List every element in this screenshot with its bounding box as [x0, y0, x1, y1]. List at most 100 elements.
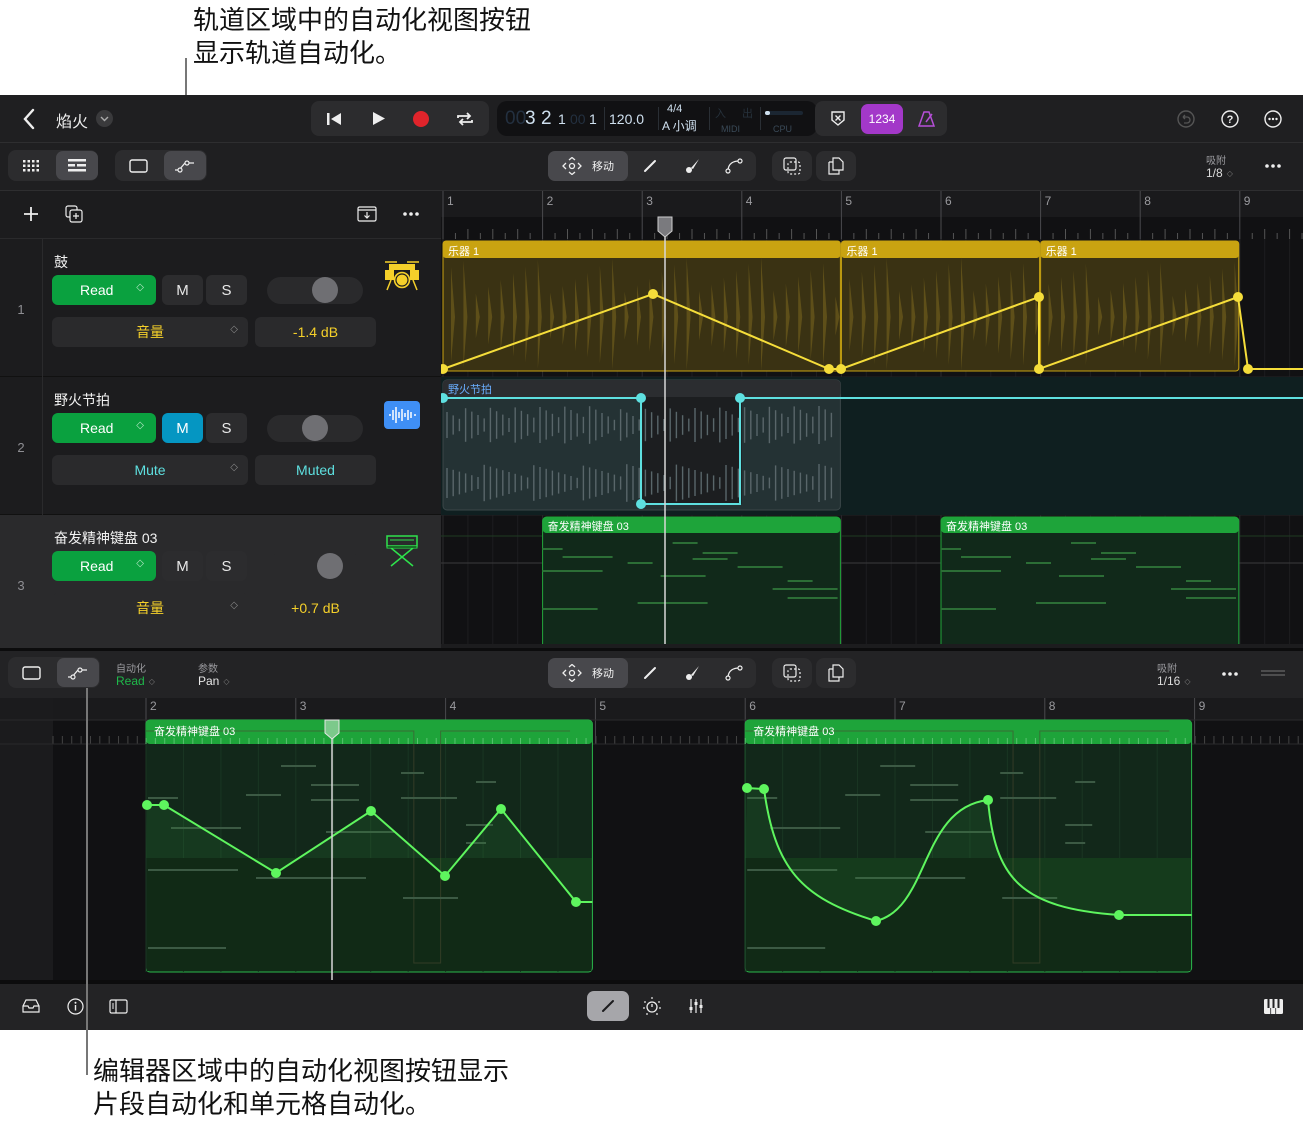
tracks-more-button[interactable] [1263, 157, 1283, 175]
record-button[interactable] [408, 105, 434, 132]
library-button[interactable] [20, 996, 42, 1016]
automation-mode-button[interactable]: Read ◇ [52, 413, 156, 443]
automation-mode-button[interactable]: Read ◇ [52, 551, 156, 581]
go-to-beginning-icon [327, 112, 341, 125]
ruler-ticks-background [441, 217, 1303, 239]
audio-waveform-icon [383, 397, 421, 433]
solo-button[interactable]: S [206, 413, 247, 443]
header-bar: 焰火 00 3 2 1 00 1 120.0 4/4 A 小调 入 出 MIDI… [0, 95, 1303, 143]
parameter-label: 音量 [136, 324, 164, 340]
track-name[interactable]: 鼓 [54, 252, 68, 272]
slider-knob[interactable] [317, 553, 343, 579]
mute-button[interactable]: M [162, 275, 203, 305]
metronome-button[interactable] [911, 105, 941, 132]
help-icon: ? [1221, 110, 1239, 128]
editor-automation-view-button[interactable] [57, 658, 99, 687]
volume-slider[interactable] [267, 415, 363, 442]
region-view-button[interactable] [117, 151, 159, 180]
brush-tool-button[interactable] [672, 151, 712, 181]
automation-value[interactable]: +0.7 dB [255, 593, 376, 623]
snap-label: 吸附 [1206, 156, 1226, 167]
editor-brush-tool-button[interactable] [672, 658, 712, 688]
import-button[interactable] [356, 203, 378, 225]
back-button[interactable] [16, 105, 42, 133]
automation-value[interactable]: -1.4 dB [255, 317, 376, 347]
ruler-bar-number: 4 [745, 194, 753, 208]
grid-view-icon [23, 159, 39, 171]
solo-button[interactable]: S [206, 551, 247, 581]
track-list-more-button[interactable] [400, 203, 422, 225]
undo-button[interactable] [1175, 108, 1197, 130]
mixer-button[interactable] [684, 995, 708, 1017]
updown-chevron-icon: ◇ [148, 676, 155, 686]
automation-mode-label: 自动化 [116, 664, 146, 675]
move-tool-button[interactable]: 移动 [548, 151, 628, 181]
editor-pencil-tool-button[interactable] [630, 658, 670, 688]
go-to-beginning-button[interactable] [321, 105, 347, 132]
slider-knob[interactable] [312, 277, 338, 303]
editor-curve-tool-button[interactable] [714, 658, 754, 688]
solo-button[interactable]: S [206, 275, 247, 305]
editor-select-button[interactable] [772, 658, 812, 688]
automation-parameter-selector[interactable]: Mute ◇ [52, 455, 248, 485]
editor-snap-selector[interactable]: 1/16 ◇ [1157, 674, 1191, 688]
mute-button[interactable]: M [162, 413, 203, 443]
grid-view-button[interactable] [10, 151, 52, 180]
ruler-background [441, 191, 1303, 217]
tracks-view-button[interactable] [56, 151, 98, 180]
editor-ruler-bar-number: 3 [299, 699, 307, 713]
track-automation-view-button[interactable] [164, 151, 206, 180]
lcd-display[interactable]: 00 3 2 1 00 1 120.0 4/4 A 小调 入 出 MIDI CP… [497, 101, 817, 136]
pencil-tool-button[interactable] [630, 151, 670, 181]
volume-slider[interactable] [267, 277, 363, 304]
automation-parameter-selector[interactable]: 音量 ◇ [52, 593, 248, 623]
copy-icon [828, 664, 844, 682]
duplicate-track-button[interactable] [63, 203, 85, 225]
bypass-button[interactable] [823, 105, 853, 132]
select-button[interactable] [772, 151, 812, 181]
editor-pencil-button[interactable] [587, 991, 629, 1021]
parameter-selector[interactable]: Pan ◇ [198, 674, 230, 688]
automation-mode-label: Read [80, 282, 114, 298]
snap-selector[interactable]: 1/8 ◇ [1206, 166, 1233, 180]
track-name[interactable]: 野火节拍 [54, 390, 110, 410]
shield-x-icon [831, 111, 845, 126]
automation-value[interactable]: Muted [255, 455, 376, 485]
add-track-button[interactable] [20, 203, 42, 225]
inspector-button[interactable] [107, 996, 129, 1016]
piano-keys-button[interactable] [1261, 996, 1285, 1016]
cycle-button[interactable] [452, 105, 478, 132]
track-number: 1 [17, 302, 25, 317]
editor-more-button[interactable] [1220, 665, 1240, 683]
track-name[interactable]: 奋发精神键盘 03 [54, 528, 157, 548]
copy-button[interactable] [816, 151, 856, 181]
lcd-divider [604, 107, 605, 130]
play-button[interactable] [366, 105, 392, 132]
chevron-down-icon [100, 116, 109, 121]
updown-chevron-icon: ◇ [230, 324, 238, 335]
lcd-divider [658, 107, 659, 130]
curve-tool-button[interactable] [714, 151, 754, 181]
automation-mode-selector[interactable]: Read ◇ [116, 674, 155, 688]
help-button[interactable]: ? [1219, 108, 1241, 130]
smart-controls-button[interactable] [640, 995, 664, 1017]
editor-move-tool-button[interactable]: 移动 [548, 658, 628, 688]
updown-chevron-icon: ◇ [1226, 168, 1233, 178]
editor-resize-handle[interactable] [1260, 667, 1286, 679]
volume-slider[interactable] [267, 553, 363, 580]
editor-copy-button[interactable] [816, 658, 856, 688]
slider-knob[interactable] [302, 415, 328, 441]
lcd-tick: 1 [589, 111, 597, 127]
project-title[interactable]: 焰火 [56, 108, 88, 132]
project-menu-button[interactable] [96, 110, 113, 127]
mute-button[interactable]: M [162, 551, 203, 581]
info-button[interactable] [64, 996, 86, 1016]
more-button[interactable] [1262, 108, 1284, 130]
automation-mode-button[interactable]: Read ◇ [52, 275, 156, 305]
lcd-beat: 2 [541, 108, 552, 129]
count-in-button[interactable]: 1234 [861, 104, 903, 134]
lcd-tick-dim: 00 [570, 111, 586, 127]
parameter-label: Mute [134, 462, 166, 478]
automation-parameter-selector[interactable]: 音量 ◇ [52, 317, 248, 347]
editor-region-view-button[interactable] [10, 658, 52, 687]
